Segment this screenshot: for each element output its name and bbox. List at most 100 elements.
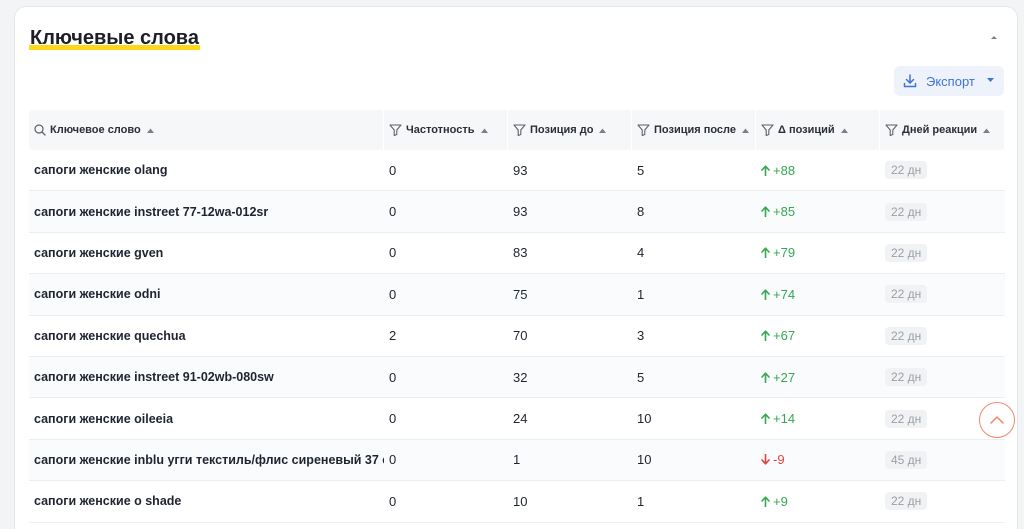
section-title: Ключевые слова — [29, 26, 200, 50]
column-header-frequency[interactable]: Частотность — [384, 110, 508, 150]
position-after-cell: 1 — [637, 493, 645, 509]
sort-asc-icon — [146, 128, 154, 133]
keyword-cell: сапоги женские quechua — [34, 328, 186, 343]
arrow-up-icon — [761, 206, 770, 218]
table-row[interactable]: сапоги женские instreet 91-02wb-080sw 0 32… — [29, 356, 1005, 399]
chevron-up-icon — [991, 36, 997, 39]
reaction-days-cell: 22 дн — [880, 191, 1005, 231]
table-row[interactable]: сапоги женские o shade 0 10 1 +9 22 дн — [29, 481, 1005, 523]
keyword-cell: сапоги женские olang — [34, 163, 168, 178]
reaction-days-badge: 22 дн — [885, 409, 928, 428]
delta-value: +9 — [761, 494, 788, 509]
table-body: сапоги женские olang 0 93 5 +88 22 дн сапоги ж… — [29, 150, 1005, 523]
column-header-reaction-days[interactable]: Дней реакции — [880, 110, 1005, 150]
table-row[interactable]: сапоги женские quechua 2 70 3 +67 22 дн — [29, 316, 1005, 357]
keyword-cell: сапоги женские oileeia — [34, 411, 174, 426]
delta-number: +79 — [773, 245, 796, 261]
delta-cell: +79 — [756, 233, 880, 273]
delta-number: +85 — [773, 204, 796, 220]
reaction-days-badge: 22 дн — [885, 368, 928, 387]
delta-value: +79 — [761, 245, 795, 260]
delta-number: +9 — [773, 493, 788, 509]
sort-asc-icon — [480, 128, 488, 133]
arrow-up-icon — [761, 165, 770, 176]
position-before-cell: 1 — [513, 452, 521, 468]
table-row[interactable]: сапоги женские odni 0 75 1 +74 22 дн — [29, 274, 1005, 316]
position-after-cell: 1 — [637, 286, 645, 302]
delta-number: +27 — [773, 369, 796, 385]
position-before-cell: 70 — [513, 328, 528, 344]
filter-icon — [885, 124, 898, 136]
reaction-days-badge: 22 дн — [885, 492, 928, 511]
arrow-up-icon — [761, 372, 770, 383]
frequency-cell: 0 — [389, 162, 397, 178]
export-button[interactable]: Экспорт — [894, 66, 1004, 96]
position-before-cell: 93 — [513, 204, 528, 220]
table-row[interactable]: сапоги женские oileeia 0 24 10 +14 22 дн — [29, 398, 1005, 440]
arrow-up-icon — [761, 496, 770, 507]
arrow-down-icon — [761, 454, 770, 466]
delta-number: +88 — [773, 162, 796, 178]
column-label: Дней реакции — [902, 124, 978, 136]
delta-value: +74 — [761, 287, 795, 302]
delta-cell: +9 — [756, 481, 880, 521]
position-before-cell: 10 — [513, 493, 528, 509]
delta-cell: +74 — [756, 274, 880, 314]
caret-down-icon — [987, 78, 994, 82]
delta-value: +67 — [761, 328, 795, 343]
table-row[interactable]: сапоги женские instreet 77-12wa-012sr 0 93… — [29, 191, 1005, 233]
keyword-cell: сапоги женские o shade — [34, 494, 182, 509]
frequency-cell: 0 — [389, 411, 397, 427]
frequency-cell: 0 — [389, 452, 397, 468]
frequency-cell: 0 — [389, 286, 397, 302]
table-row[interactable]: сапоги женские olang 0 93 5 +88 22 дн — [29, 150, 1005, 192]
position-after-cell: 10 — [637, 452, 652, 468]
keywords-card: Ключевые слова Экспорт Ключевое слово Ча… — [14, 6, 1018, 529]
scroll-to-top-button[interactable] — [979, 402, 1015, 438]
delta-cell: +85 — [756, 191, 880, 231]
keyword-cell: сапоги женские instreet 77-12wa-012sr — [34, 204, 269, 219]
download-icon — [903, 74, 917, 88]
frequency-cell: 2 — [389, 328, 397, 344]
keyword-cell: сапоги женские gven — [34, 245, 164, 260]
frequency-cell: 0 — [389, 369, 397, 385]
sort-asc-icon — [742, 128, 750, 133]
delta-cell: +67 — [756, 316, 880, 356]
arrow-up-icon — [761, 330, 770, 342]
chevron-up-icon — [990, 416, 1004, 424]
column-header-keyword[interactable]: Ключевое слово — [29, 110, 384, 150]
arrow-up-icon — [761, 289, 770, 300]
delta-cell: +27 — [756, 357, 880, 397]
table-row[interactable]: сапоги женские gven 0 83 4 +79 22 дн — [29, 233, 1005, 275]
keywords-table: Ключевое слово Частотность Позиция до По… — [29, 110, 1005, 523]
arrow-up-icon — [761, 247, 770, 259]
sort-asc-icon — [983, 128, 991, 133]
reaction-days-cell: 22 дн — [880, 316, 1005, 356]
column-header-position-before[interactable]: Позиция до — [508, 110, 632, 150]
table-row[interactable]: сапоги женские inblu угги текстиль/флис … — [29, 439, 1005, 482]
collapse-button[interactable] — [987, 30, 1001, 44]
column-header-delta[interactable]: Δ позиций — [756, 110, 880, 150]
filter-icon — [389, 124, 402, 136]
filter-icon — [637, 124, 650, 136]
delta-value: +27 — [761, 370, 795, 385]
keyword-cell: сапоги женские inblu угги текстиль/флис … — [34, 452, 384, 467]
frequency-cell: 0 — [389, 204, 397, 220]
keyword-cell: сапоги женские instreet 91-02wb-080sw — [34, 370, 274, 385]
delta-cell: +14 — [756, 398, 880, 438]
table-header: Ключевое слово Частотность Позиция до По… — [29, 110, 1005, 150]
delta-cell: +88 — [756, 150, 880, 190]
sort-asc-icon — [840, 128, 848, 133]
reaction-days-badge: 22 дн — [885, 202, 928, 221]
reaction-days-badge: 45 дн — [885, 450, 928, 469]
column-header-position-after[interactable]: Позиция после — [632, 110, 756, 150]
sort-asc-icon — [599, 128, 607, 133]
reaction-days-cell: 22 дн — [880, 233, 1005, 273]
reaction-days-cell: 22 дн — [880, 274, 1005, 314]
position-before-cell: 75 — [513, 286, 528, 302]
frequency-cell: 0 — [389, 493, 397, 509]
reaction-days-cell: 45 дн — [880, 440, 1005, 480]
export-label: Экспорт — [926, 73, 975, 89]
position-after-cell: 8 — [637, 204, 645, 220]
column-label: Частотность — [406, 124, 475, 136]
